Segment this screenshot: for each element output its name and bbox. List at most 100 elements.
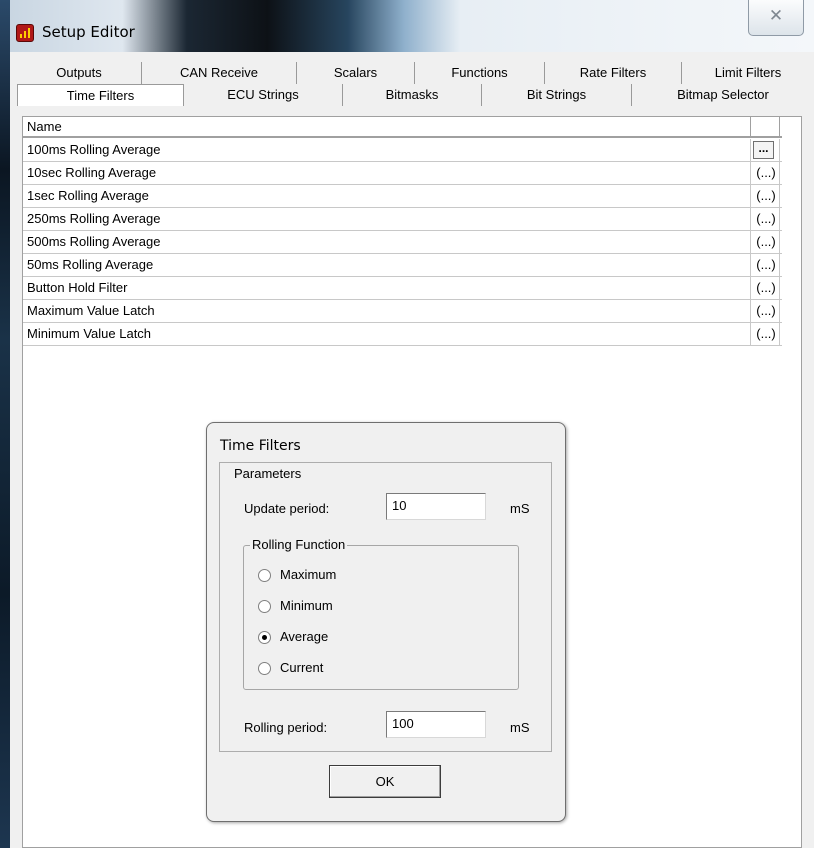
radio-selected-icon [258,631,271,644]
tab-label: Time Filters [66,88,135,103]
row-name: Button Hold Filter [27,280,128,295]
table-row[interactable]: 10sec Rolling Average (...) [23,162,782,185]
column-header-name[interactable]: Name [27,119,62,134]
radio-circle-icon [258,569,271,582]
row-name: 1sec Rolling Average [27,188,149,203]
dialog-title: Time Filters [220,438,301,454]
row-name: Maximum Value Latch [27,303,155,318]
tab-row-1: Outputs CAN Receive Scalars Functions Ra… [17,62,814,84]
table-row[interactable]: Maximum Value Latch (...) [23,300,782,323]
rolling-period-unit: mS [510,720,530,735]
cell-divider [779,231,780,254]
tab-label: Scalars [333,65,378,80]
edit-ellipsis-button[interactable]: (...) [754,208,778,230]
cell-divider [779,323,780,346]
cell-divider [779,185,780,208]
cell-divider [779,139,780,162]
update-period-input[interactable]: 10 [386,493,486,520]
window-client-area: Outputs CAN Receive Scalars Functions Ra… [10,52,814,848]
time-filters-dialog: Time Filters Parameters Update period: 1… [206,422,566,822]
update-period-unit: mS [510,501,530,516]
cell-divider [779,162,780,185]
close-button[interactable]: ✕ [748,0,804,36]
edit-ellipsis-button[interactable]: (...) [754,277,778,299]
table-row[interactable]: 50ms Rolling Average (...) [23,254,782,277]
radio-label: Current [280,660,324,675]
update-period-label: Update period: [244,501,330,516]
edit-ellipsis-button[interactable]: (...) [754,162,778,184]
header-divider [779,117,780,138]
cell-divider [750,139,751,162]
parameters-group: Parameters Update period: 10 mS Rolling … [220,463,551,751]
ok-button[interactable]: OK [329,765,441,798]
tab-outputs[interactable]: Outputs [17,62,142,84]
radio-label: Maximum [280,567,337,582]
tab-label: Bitmasks [385,87,439,102]
header-divider [750,117,751,138]
tab-can-receive[interactable]: CAN Receive [142,62,297,84]
table-row[interactable]: 250ms Rolling Average (...) [23,208,782,231]
rolling-period-input[interactable]: 100 [386,711,486,738]
tab-ecu-strings[interactable]: ECU Strings [184,84,343,106]
edit-ellipsis-button[interactable]: (...) [754,300,778,322]
grid-header: Name [23,117,782,138]
row-name: 100ms Rolling Average [27,142,161,157]
tab-row-2: Time Filters ECU Strings Bitmasks Bit St… [17,84,814,106]
tab-label: Bit Strings [526,87,587,102]
window-title: Setup Editor [42,23,135,41]
dialog-body: Parameters Update period: 10 mS Rolling … [219,462,552,752]
radio-circle-icon [258,600,271,613]
tab-scalars[interactable]: Scalars [297,62,415,84]
tab-label: Bitmap Selector [677,87,769,102]
table-row[interactable]: Button Hold Filter (...) [23,277,782,300]
row-name: 250ms Rolling Average [27,211,161,226]
tab-bitmasks[interactable]: Bitmasks [343,84,482,106]
tab-label: Limit Filters [714,65,782,80]
cell-divider [750,162,751,185]
row-name: 500ms Rolling Average [27,234,161,249]
cell-divider [750,254,751,277]
radio-circle-icon [258,662,271,675]
row-name: 10sec Rolling Average [27,165,157,180]
rolling-period-label: Rolling period: [244,720,328,735]
edit-ellipsis-button[interactable]: (...) [754,231,778,253]
tab-rate-filters[interactable]: Rate Filters [545,62,682,84]
cell-divider [750,208,751,231]
cell-divider [750,185,751,208]
tab-limit-filters[interactable]: Limit Filters [682,62,814,84]
rolling-function-group: Rolling Function Maximum Minimum Average [243,538,519,690]
background-desktop-strip [0,0,10,848]
cell-divider [779,277,780,300]
close-icon: ✕ [768,6,784,26]
tab-bitmap-selector[interactable]: Bitmap Selector [632,84,814,106]
edit-ellipsis-button[interactable]: (...) [754,185,778,207]
cell-divider [750,300,751,323]
row-name: Minimum Value Latch [27,326,152,341]
table-row[interactable]: 1sec Rolling Average (...) [23,185,782,208]
edit-ellipsis-button[interactable]: (...) [754,254,778,276]
table-row[interactable]: 500ms Rolling Average (...) [23,231,782,254]
tab-label: ECU Strings [227,87,299,102]
edit-ellipsis-button[interactable]: ... [753,141,774,159]
edit-ellipsis-button[interactable]: (...) [754,323,778,345]
radio-label: Minimum [280,598,333,613]
tab-functions[interactable]: Functions [415,62,545,84]
tab-label: Outputs [56,65,102,80]
cell-divider [750,323,751,346]
table-row[interactable]: 100ms Rolling Average ... [23,139,782,162]
row-name: 50ms Rolling Average [27,257,154,272]
cell-divider [750,231,751,254]
title-bar[interactable]: Setup Editor ✕ [10,0,814,52]
rolling-function-legend: Rolling Function [250,537,348,552]
tab-label: Rate Filters [579,65,647,80]
cell-divider [750,277,751,300]
cell-divider [779,254,780,277]
tab-label: Functions [451,65,508,80]
parameters-legend: Parameters [234,466,302,481]
radio-label: Average [280,629,329,644]
cell-divider [779,208,780,231]
tab-bit-strings[interactable]: Bit Strings [482,84,632,106]
table-row[interactable]: Minimum Value Latch (...) [23,323,782,346]
tab-time-filters[interactable]: Time Filters [17,84,184,106]
app-icon [16,24,34,42]
